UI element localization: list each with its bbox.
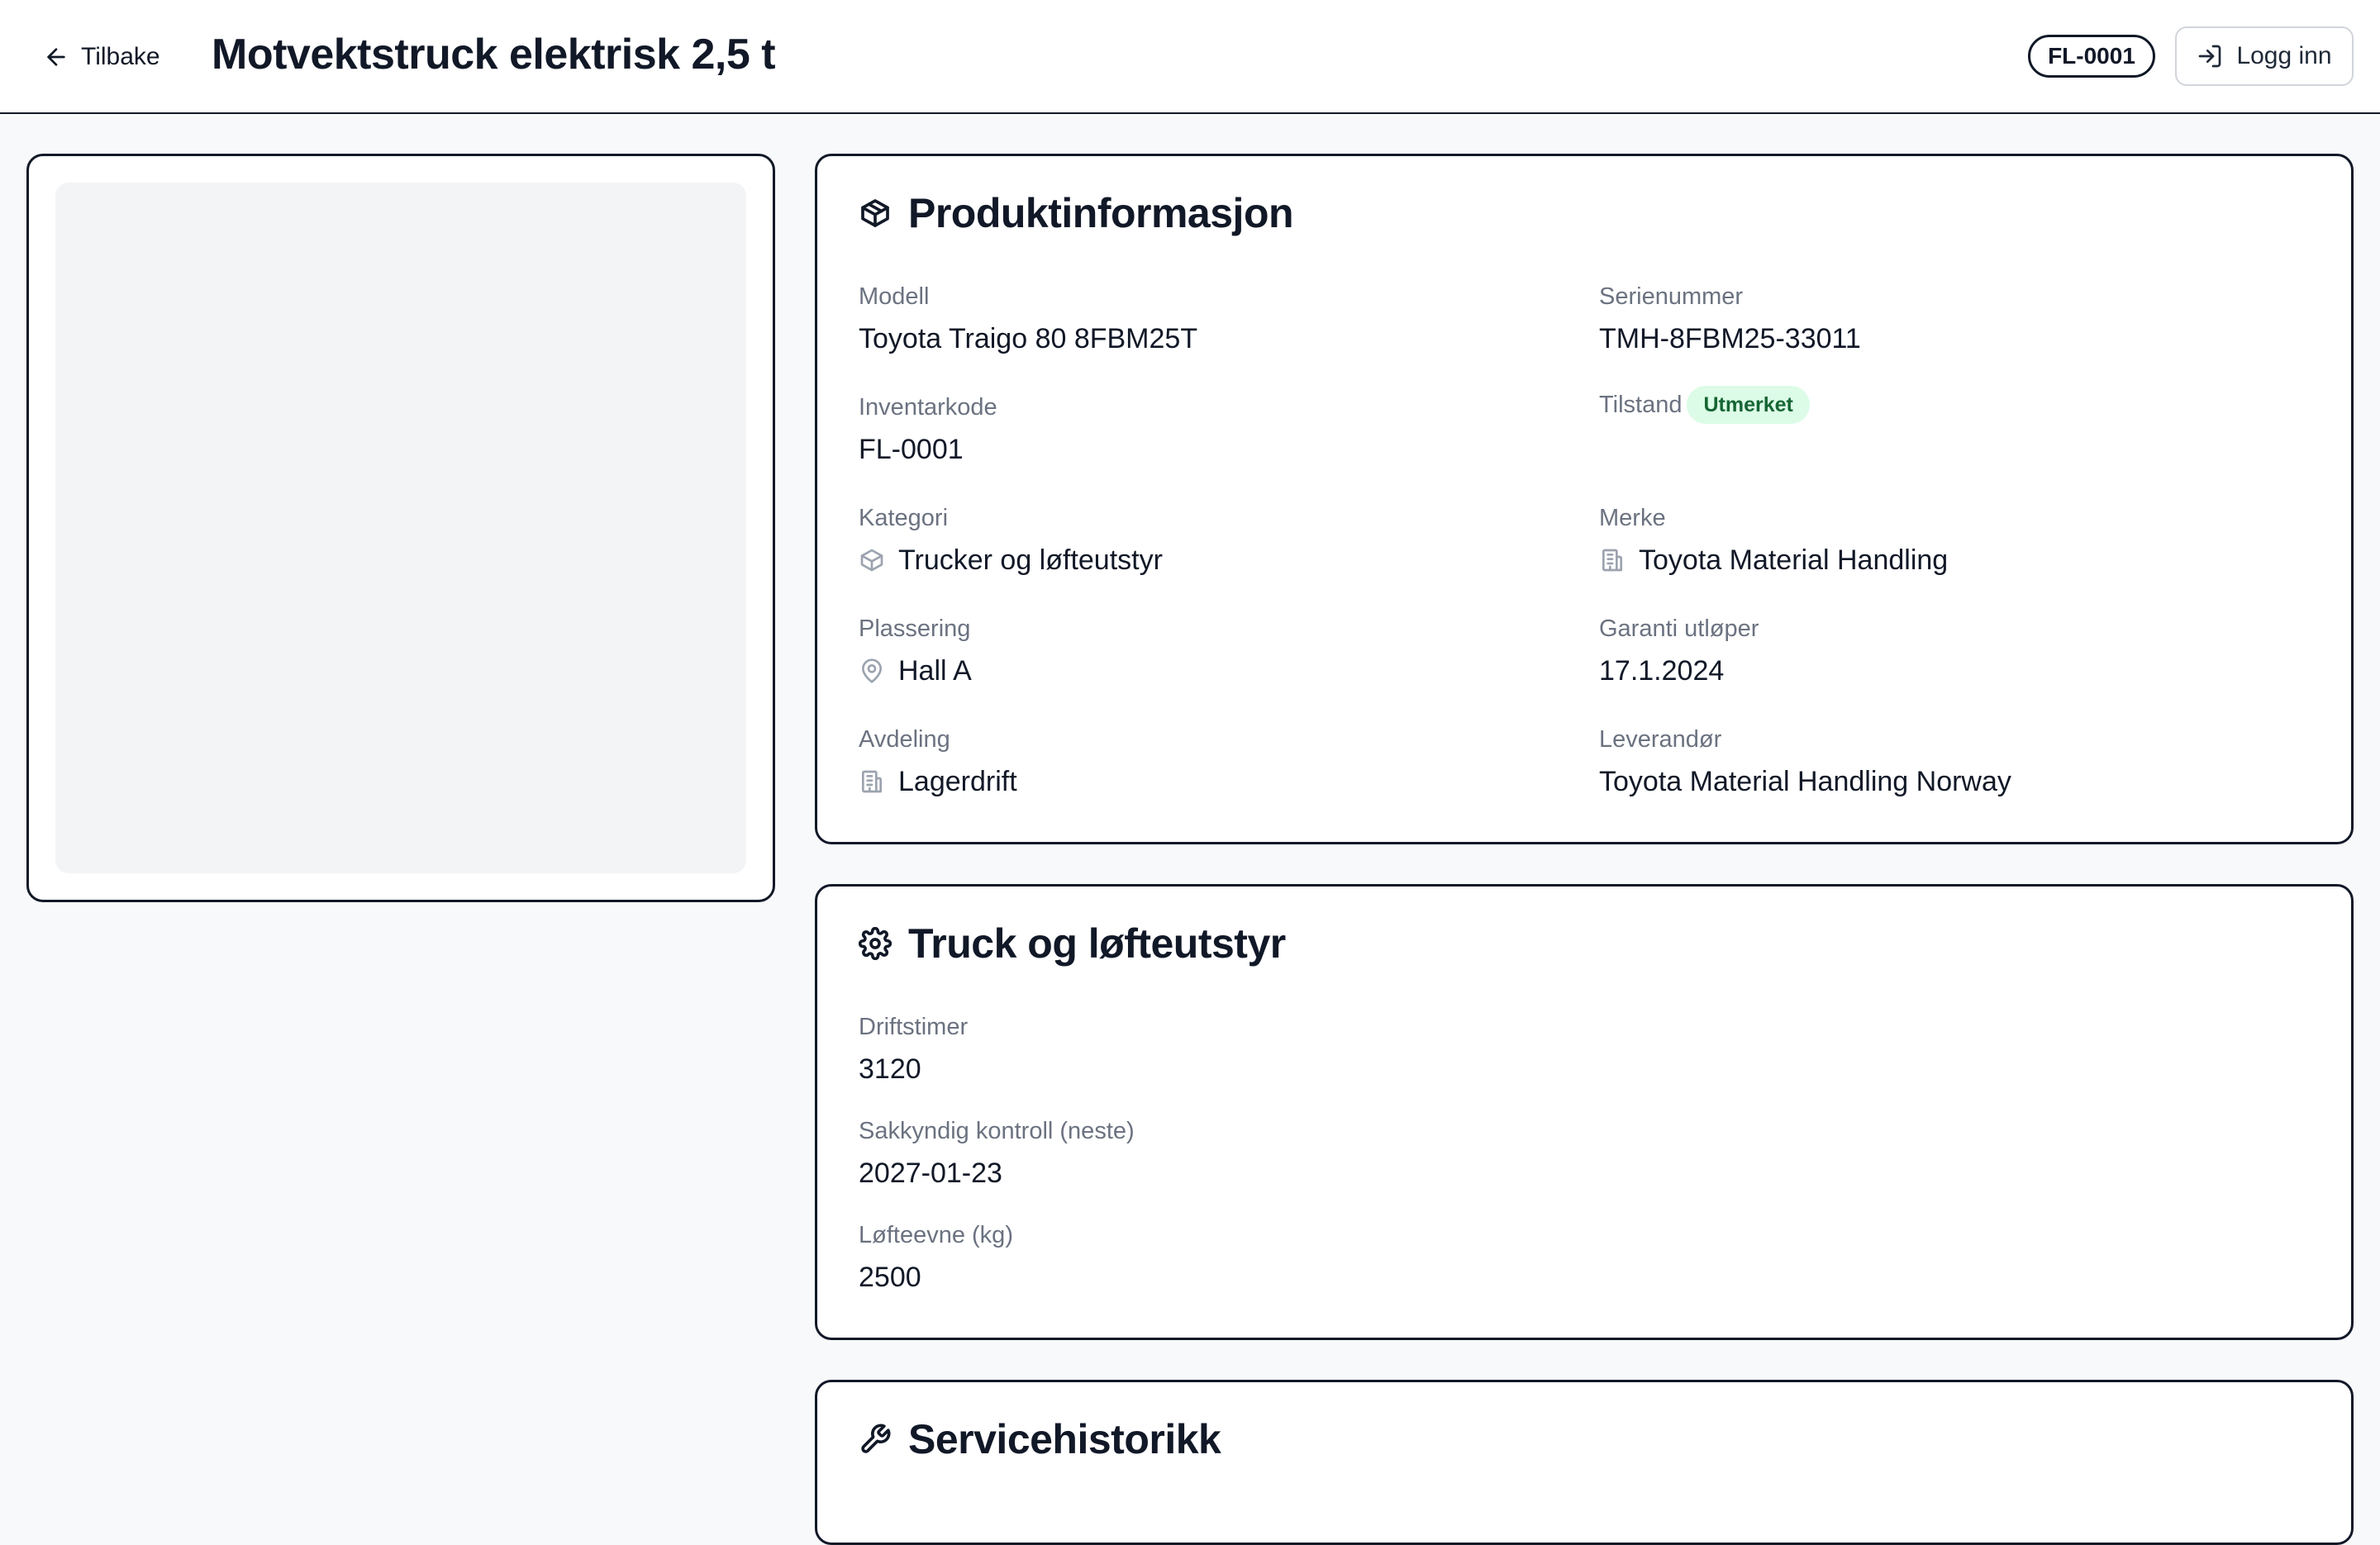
location-value: Hall A bbox=[898, 654, 972, 687]
model-label: Modell bbox=[859, 283, 930, 310]
service-title: Servicehistorikk bbox=[908, 1416, 1221, 1462]
field-condition: Tilstand Utmerket bbox=[1599, 386, 1810, 424]
condition-status-badge: Utmerket bbox=[1687, 386, 1810, 424]
location-row: Hall A bbox=[859, 652, 972, 690]
hours-value: 3120 bbox=[859, 1053, 921, 1085]
wrench-icon bbox=[861, 1424, 891, 1453]
field-category: Kategori Trucker og løfteutstyr bbox=[859, 502, 1163, 579]
truck-title: Truck og løfteutstyr bbox=[908, 920, 1286, 967]
building-icon bbox=[1602, 549, 1622, 572]
category-label: Kategori bbox=[859, 505, 949, 531]
product-info-card: Produktinformasjon Modell Toyota Traigo … bbox=[815, 154, 2354, 844]
back-button[interactable]: Tilbake bbox=[43, 36, 160, 78]
capacity-value: 2500 bbox=[859, 1261, 921, 1293]
condition-row: Tilstand Utmerket bbox=[1599, 386, 1810, 424]
service-history-card: Servicehistorikk bbox=[815, 1380, 2354, 1545]
product-image-placeholder bbox=[55, 183, 746, 873]
category-row: Trucker og løfteutstyr bbox=[859, 541, 1163, 579]
department-value: Lagerdrift bbox=[898, 765, 1017, 797]
page-title: Motvektstruck elektrisk 2,5 t bbox=[212, 31, 776, 78]
field-inventory: Inventarkode FL-0001 bbox=[859, 391, 997, 468]
login-button[interactable]: Logg inn bbox=[2175, 26, 2354, 86]
field-inspection: Sakkyndig kontroll (neste) 2027-01-23 bbox=[859, 1115, 1135, 1192]
field-capacity: Løfteevne (kg) 2500 bbox=[859, 1219, 1013, 1296]
package-icon bbox=[861, 199, 889, 227]
field-department: Avdeling Lagerdrift bbox=[859, 723, 1017, 801]
serial-label: Serienummer bbox=[1599, 283, 1744, 310]
top-bar: Tilbake Motvektstruck elektrisk 2,5 t FL… bbox=[0, 0, 2380, 114]
condition-label: Tilstand bbox=[1599, 392, 1683, 418]
service-heading: Servicehistorikk bbox=[859, 1415, 1221, 1463]
truck-heading: Truck og løfteutstyr bbox=[859, 920, 1286, 967]
supplier-value: Toyota Material Handling Norway bbox=[1599, 765, 2011, 797]
gear-icon bbox=[859, 927, 892, 960]
serial-value: TMH-8FBM25-33011 bbox=[1599, 322, 1861, 354]
location-label: Plassering bbox=[859, 616, 971, 642]
login-label: Logg inn bbox=[2236, 42, 2332, 69]
building-icon bbox=[862, 770, 882, 793]
brand-label: Merke bbox=[1599, 505, 1666, 531]
model-value: Toyota Traigo 80 8FBM25T bbox=[859, 322, 1198, 354]
product-info-title: Produktinformasjon bbox=[908, 190, 1294, 236]
inspection-value: 2027-01-23 bbox=[859, 1157, 1002, 1189]
field-warranty: Garanti utløper 17.1.2024 bbox=[1599, 612, 1759, 690]
product-info-heading: Produktinformasjon bbox=[859, 189, 1294, 237]
back-label: Tilbake bbox=[81, 43, 160, 70]
capacity-label: Løfteevne (kg) bbox=[859, 1222, 1013, 1248]
package-icon bbox=[860, 549, 883, 572]
inspection-label: Sakkyndig kontroll (neste) bbox=[859, 1118, 1135, 1144]
warranty-label: Garanti utløper bbox=[1599, 616, 1759, 642]
department-row: Lagerdrift bbox=[859, 763, 1017, 801]
truck-card: Truck og løfteutstyr Driftstimer 3120 Sa… bbox=[815, 884, 2354, 1340]
brand-value: Toyota Material Handling bbox=[1639, 544, 1949, 576]
field-supplier: Leverandør Toyota Material Handling Norw… bbox=[1599, 723, 2011, 801]
brand-row: Toyota Material Handling bbox=[1599, 541, 1948, 579]
inventory-label: Inventarkode bbox=[859, 394, 997, 421]
field-brand: Merke Toyota Material Handling bbox=[1599, 502, 1948, 579]
supplier-label: Leverandør bbox=[1599, 726, 1722, 753]
field-location: Plassering Hall A bbox=[859, 612, 972, 690]
map-pin-icon bbox=[862, 658, 882, 683]
hours-label: Driftstimer bbox=[859, 1014, 969, 1040]
product-image-card bbox=[26, 154, 775, 902]
category-value: Trucker og løfteutstyr bbox=[898, 544, 1163, 576]
field-model: Modell Toyota Traigo 80 8FBM25T bbox=[859, 280, 1197, 358]
department-label: Avdeling bbox=[859, 726, 950, 753]
field-serial: Serienummer TMH-8FBM25-33011 bbox=[1599, 280, 1861, 358]
inventory-code-badge: FL-0001 bbox=[2028, 35, 2155, 78]
warranty-value: 17.1.2024 bbox=[1599, 654, 1725, 687]
arrow-left-icon bbox=[47, 48, 65, 66]
inventory-value: FL-0001 bbox=[859, 433, 964, 465]
field-hours: Driftstimer 3120 bbox=[859, 1010, 968, 1088]
log-in-icon bbox=[2199, 45, 2221, 68]
